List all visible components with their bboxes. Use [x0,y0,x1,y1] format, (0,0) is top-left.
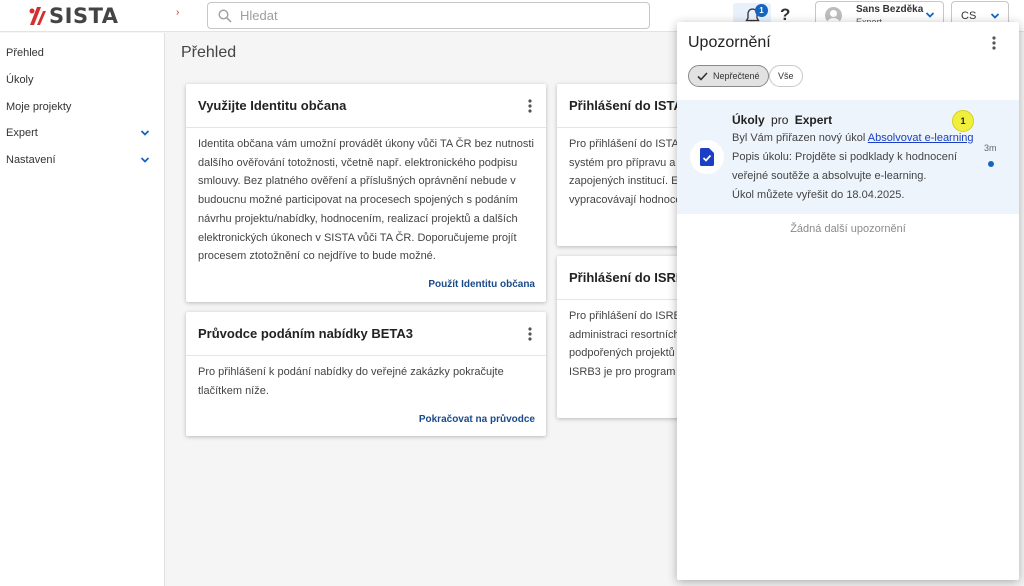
logo-text: SISTA [49,4,119,28]
chip-label: Nepřečtené [713,71,760,81]
notification-line-1: Byl Vám přiřazen nový úkol Absolvovat e-… [732,132,974,144]
card-title: Využijte Identitu občana [198,98,347,113]
notification-count-badge: 1 [755,4,768,17]
more-vert-icon[interactable] [992,36,996,50]
sidebar-toggle-icon[interactable]: › [176,7,179,18]
more-vert-icon[interactable] [528,99,532,113]
sidebar-item-label: Nastavení [6,154,56,166]
task-icon-wrapper [690,140,724,174]
unread-indicator [988,161,994,167]
sista-logo-icon [29,7,46,25]
sidebar-item-expert[interactable]: Expert [0,120,164,146]
notification-heading: Úkoly pro Expert [732,113,832,127]
card-body: Identita občana vám umožní provádět úkon… [198,138,534,263]
sidebar-item-label: Expert [6,127,38,139]
notification-text: Byl Vám přiřazen nový úkol [732,132,866,144]
more-vert-icon[interactable] [528,327,532,341]
sidebar-item-label: Přehled [6,47,44,59]
sidebar-item-label: Úkoly [6,74,34,86]
notification-line-2: Popis úkolu: Projděte si podklady k hodn… [732,151,958,163]
chip-label: Vše [778,71,794,81]
card-identita-obcana: Využijte Identitu občana Identita občana… [186,84,546,302]
sidebar: Přehled Úkoly Moje projekty Expert Nasta… [0,33,165,586]
notification-line-3: veřejné soutěže a absolvujte e-learning. [732,170,927,182]
notification-connector: pro [771,113,789,127]
notification-line-4: Úkol můžete vyřešit do 18.04.2025. [732,189,905,201]
notifications-panel: Upozornění Nepřečtené Vše Úkoly pro Expe… [677,22,1019,580]
card-body: Pro přihlášení do ISTA p systém pro příp… [569,138,687,207]
user-name: Sans Bezděka [856,4,924,15]
notification-count-badge: 1 [952,110,974,132]
card-body: Pro přihlášení k podání nabídky do veřej… [198,366,504,397]
search-icon [218,8,232,23]
search-box[interactable] [207,2,650,29]
use-citizen-identity-button[interactable]: Použít Identitu občana [428,279,535,290]
chevron-down-icon [925,12,935,18]
chevron-down-icon [140,157,150,163]
notifications-title: Upozornění [688,34,771,51]
no-more-notifications-text: Žádná další upozornění [790,223,906,235]
sidebar-item-ukoly[interactable]: Úkoly [0,67,164,93]
sidebar-item-moje-projekty[interactable]: Moje projekty [0,94,164,120]
divider [186,127,546,128]
notification-item[interactable]: Úkoly pro Expert 1 Byl Vám přiřazen nový… [677,100,1019,214]
elearning-task-link[interactable]: Absolvovat e-learning [868,132,974,144]
card-pruvodce-nabidky: Průvodce podáním nabídky BETA3 Pro přihl… [186,312,546,436]
divider [186,355,546,356]
notification-category: Úkoly [732,113,765,127]
card-title: Přihlášení do ISTA [569,98,683,113]
notification-role: Expert [794,113,833,127]
sista-logo[interactable]: SISTA [28,4,119,28]
card-body: Pro přihlášení do ISRB administraci reso… [569,310,686,379]
card-title: Průvodce podáním nabídky BETA3 [198,326,414,341]
chevron-down-icon [990,13,1000,19]
card-title: Přihlášení do ISRB [569,270,686,285]
filter-unread-chip[interactable]: Nepřečtené [688,65,769,87]
sidebar-item-nastaveni[interactable]: Nastavení [0,147,164,173]
notification-time: 3m [984,143,997,153]
filter-all-chip[interactable]: Vše [769,65,803,87]
page-title: Přehled [181,44,237,61]
language-value: CS [961,10,977,22]
search-input[interactable] [240,8,620,23]
chevron-down-icon [140,130,150,136]
sidebar-item-prehled[interactable]: Přehled [0,40,164,66]
check-icon [697,71,708,81]
task-document-icon [700,148,714,166]
sidebar-item-label: Moje projekty [6,101,72,113]
continue-to-guide-button[interactable]: Pokračovat na průvodce [419,414,535,425]
